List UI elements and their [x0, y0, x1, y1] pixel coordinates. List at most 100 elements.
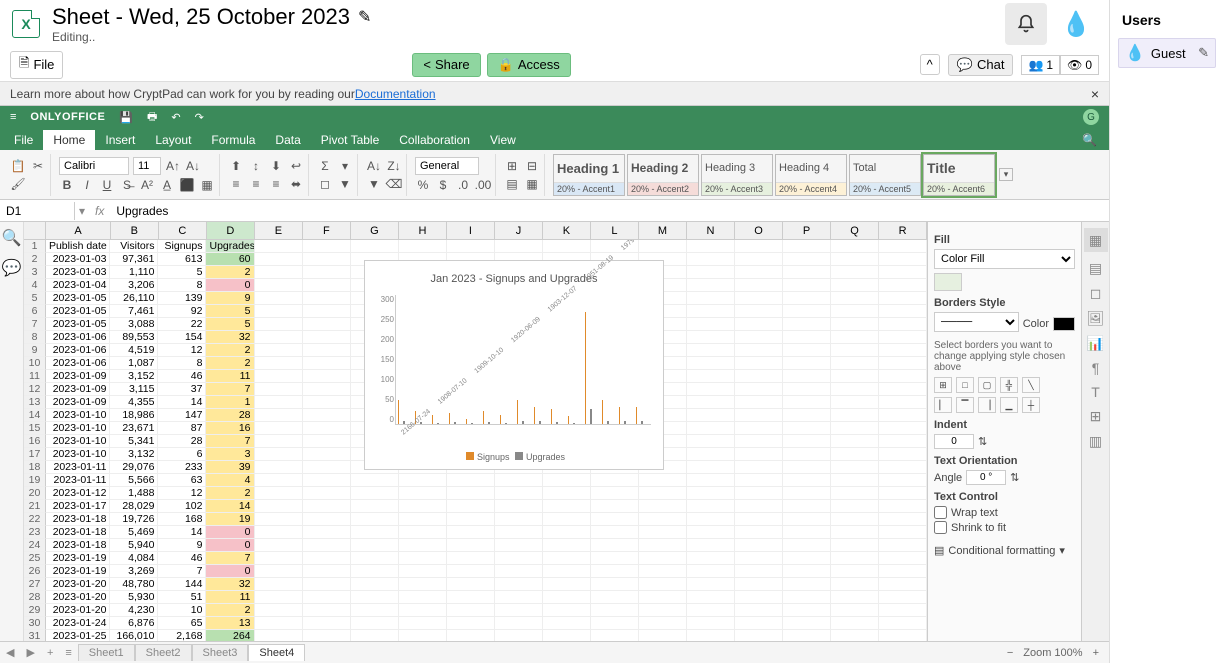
edit-title-icon[interactable]: ✎: [358, 7, 371, 27]
col-header-L[interactable]: L: [591, 222, 639, 239]
font-color-icon[interactable]: A̲: [159, 177, 175, 193]
save-icon[interactable]: 💾: [119, 111, 133, 124]
menu-tab-collaboration[interactable]: Collaboration: [389, 130, 480, 150]
border-all-icon[interactable]: ⊞: [934, 377, 952, 393]
col-header-E[interactable]: E: [255, 222, 303, 239]
table-row[interactable]: 252023-01-194,084467: [24, 552, 927, 565]
menu-tab-layout[interactable]: Layout: [145, 130, 201, 150]
table-row[interactable]: 292023-01-204,230102: [24, 604, 927, 617]
angle-input[interactable]: [966, 470, 1006, 485]
border-right-icon[interactable]: ▕: [978, 397, 996, 413]
oo-menu-icon[interactable]: ≡: [10, 111, 16, 123]
table-row[interactable]: 212023-01-1728,02910214: [24, 500, 927, 513]
underline-icon[interactable]: U: [99, 177, 115, 193]
angle-stepper[interactable]: ⇅: [1010, 471, 1019, 484]
style-total[interactable]: Total20% - Accent5: [849, 154, 921, 196]
table-row[interactable]: 302023-01-246,8766513: [24, 617, 927, 630]
col-header-G[interactable]: G: [351, 222, 399, 239]
indent-input[interactable]: [934, 434, 974, 449]
indent-stepper[interactable]: ⇅: [978, 435, 987, 448]
sheet-tab-sheet2[interactable]: Sheet2: [135, 644, 192, 661]
sheet-tab-sheet1[interactable]: Sheet1: [78, 644, 135, 661]
notifications-icon[interactable]: [1005, 3, 1047, 45]
style-heading-1[interactable]: Heading 120% - Accent1: [553, 154, 625, 196]
clear2-icon[interactable]: ⌫: [386, 176, 402, 192]
col-header-P[interactable]: P: [783, 222, 831, 239]
image-settings-icon[interactable]: 🖼: [1087, 310, 1105, 327]
delete-cells-icon[interactable]: ⊟: [524, 158, 540, 174]
sort-asc-icon[interactable]: A↓: [366, 158, 382, 174]
cell-settings-icon[interactable]: ▦: [1084, 228, 1108, 252]
col-header-D[interactable]: D: [207, 222, 255, 239]
menu-tab-pivot-table[interactable]: Pivot Table: [311, 130, 389, 150]
copy-icon[interactable]: 📋: [10, 158, 26, 174]
col-header-Q[interactable]: Q: [831, 222, 879, 239]
strike-icon[interactable]: S̶: [119, 177, 135, 193]
edit-user-icon[interactable]: ✎: [1198, 45, 1209, 61]
style-heading-3[interactable]: Heading 320% - Accent3: [701, 154, 773, 196]
align-top-icon[interactable]: ⬆: [228, 158, 244, 174]
table-row[interactable]: 262023-01-193,26970: [24, 565, 927, 578]
documentation-link[interactable]: Documentation: [355, 87, 436, 101]
add-sheet-icon[interactable]: +: [41, 647, 59, 659]
table-row[interactable]: 282023-01-205,9305111: [24, 591, 927, 604]
super-icon[interactable]: A²: [139, 177, 155, 193]
col-header-C[interactable]: C: [159, 222, 207, 239]
menu-tab-insert[interactable]: Insert: [95, 130, 145, 150]
col-header-F[interactable]: F: [303, 222, 351, 239]
style-title[interactable]: Title20% - Accent6: [923, 154, 995, 196]
collapse-button[interactable]: ^: [920, 54, 940, 75]
close-info-icon[interactable]: ×: [1091, 86, 1099, 102]
access-button[interactable]: 🔒 Access: [487, 53, 571, 77]
merge-icon[interactable]: ⬌: [288, 176, 304, 192]
border-left-icon[interactable]: ▏: [934, 397, 952, 413]
table-row[interactable]: 1Publish dateVisitorsSignupsUpgrades: [24, 240, 927, 253]
cond-format-icon[interactable]: ▤: [934, 544, 944, 557]
increase-font-icon[interactable]: A↑: [165, 158, 181, 174]
align-left-icon[interactable]: ≡: [228, 176, 244, 192]
search-icon[interactable]: 🔍: [2, 228, 22, 248]
pivot-settings-icon[interactable]: ⊞: [1090, 408, 1102, 425]
col-header-M[interactable]: M: [639, 222, 687, 239]
border-inner-icon[interactable]: ╬: [1000, 377, 1018, 393]
border-hv-icon[interactable]: ┼: [1022, 397, 1040, 413]
tab-next-icon[interactable]: ▶: [20, 646, 40, 659]
border-none-icon[interactable]: □: [956, 377, 974, 393]
align-bottom-icon[interactable]: ⬇: [268, 158, 284, 174]
fill-color-swatch[interactable]: [934, 273, 962, 291]
chart-settings-icon[interactable]: 📊: [1087, 335, 1104, 352]
table-row[interactable]: 242023-01-185,94090: [24, 539, 927, 552]
comments-icon[interactable]: 💬: [2, 258, 22, 278]
slicer-icon[interactable]: ▥: [1089, 433, 1102, 450]
table-row[interactable]: 202023-01-121,488122: [24, 487, 927, 500]
cell-ref-dropdown-icon[interactable]: ▾: [75, 204, 89, 218]
col-header-I[interactable]: I: [447, 222, 495, 239]
cell-reference[interactable]: D1: [0, 202, 75, 220]
user-list-item[interactable]: 💧 Guest ✎: [1118, 38, 1216, 68]
user-count-badge[interactable]: 👥 1: [1021, 55, 1060, 75]
redo-icon[interactable]: ↷: [195, 111, 204, 124]
borders-icon[interactable]: ▦: [199, 177, 215, 193]
bold-icon[interactable]: B: [59, 177, 75, 193]
sheets-list-icon[interactable]: ≡: [59, 647, 77, 659]
col-header-R[interactable]: R: [879, 222, 927, 239]
chat-button[interactable]: 💬 Chat: [948, 54, 1014, 76]
user-avatar[interactable]: G: [1083, 109, 1099, 125]
text-art-icon[interactable]: T: [1091, 384, 1100, 400]
border-outer-icon[interactable]: ▢: [978, 377, 996, 393]
tab-prev-icon[interactable]: ◀: [0, 646, 20, 659]
fill-down-icon[interactable]: ▾: [337, 158, 353, 174]
fill-color-icon[interactable]: ⬛: [179, 177, 195, 193]
table-row[interactable]: 312023-01-25166,0102,168264: [24, 630, 927, 641]
cryptpad-drop-icon[interactable]: 💧: [1055, 3, 1097, 45]
share-button[interactable]: < Share: [412, 53, 480, 77]
sum-icon[interactable]: Σ: [317, 158, 333, 174]
undo-icon[interactable]: ↶: [171, 111, 180, 124]
menu-tab-file[interactable]: File: [4, 130, 43, 150]
style-heading-2[interactable]: Heading 220% - Accent2: [627, 154, 699, 196]
italic-icon[interactable]: I: [79, 177, 95, 193]
currency-icon[interactable]: $: [435, 177, 451, 193]
shrink-checkbox[interactable]: [934, 521, 947, 534]
col-header-O[interactable]: O: [735, 222, 783, 239]
align-right-icon[interactable]: ≡: [268, 176, 284, 192]
